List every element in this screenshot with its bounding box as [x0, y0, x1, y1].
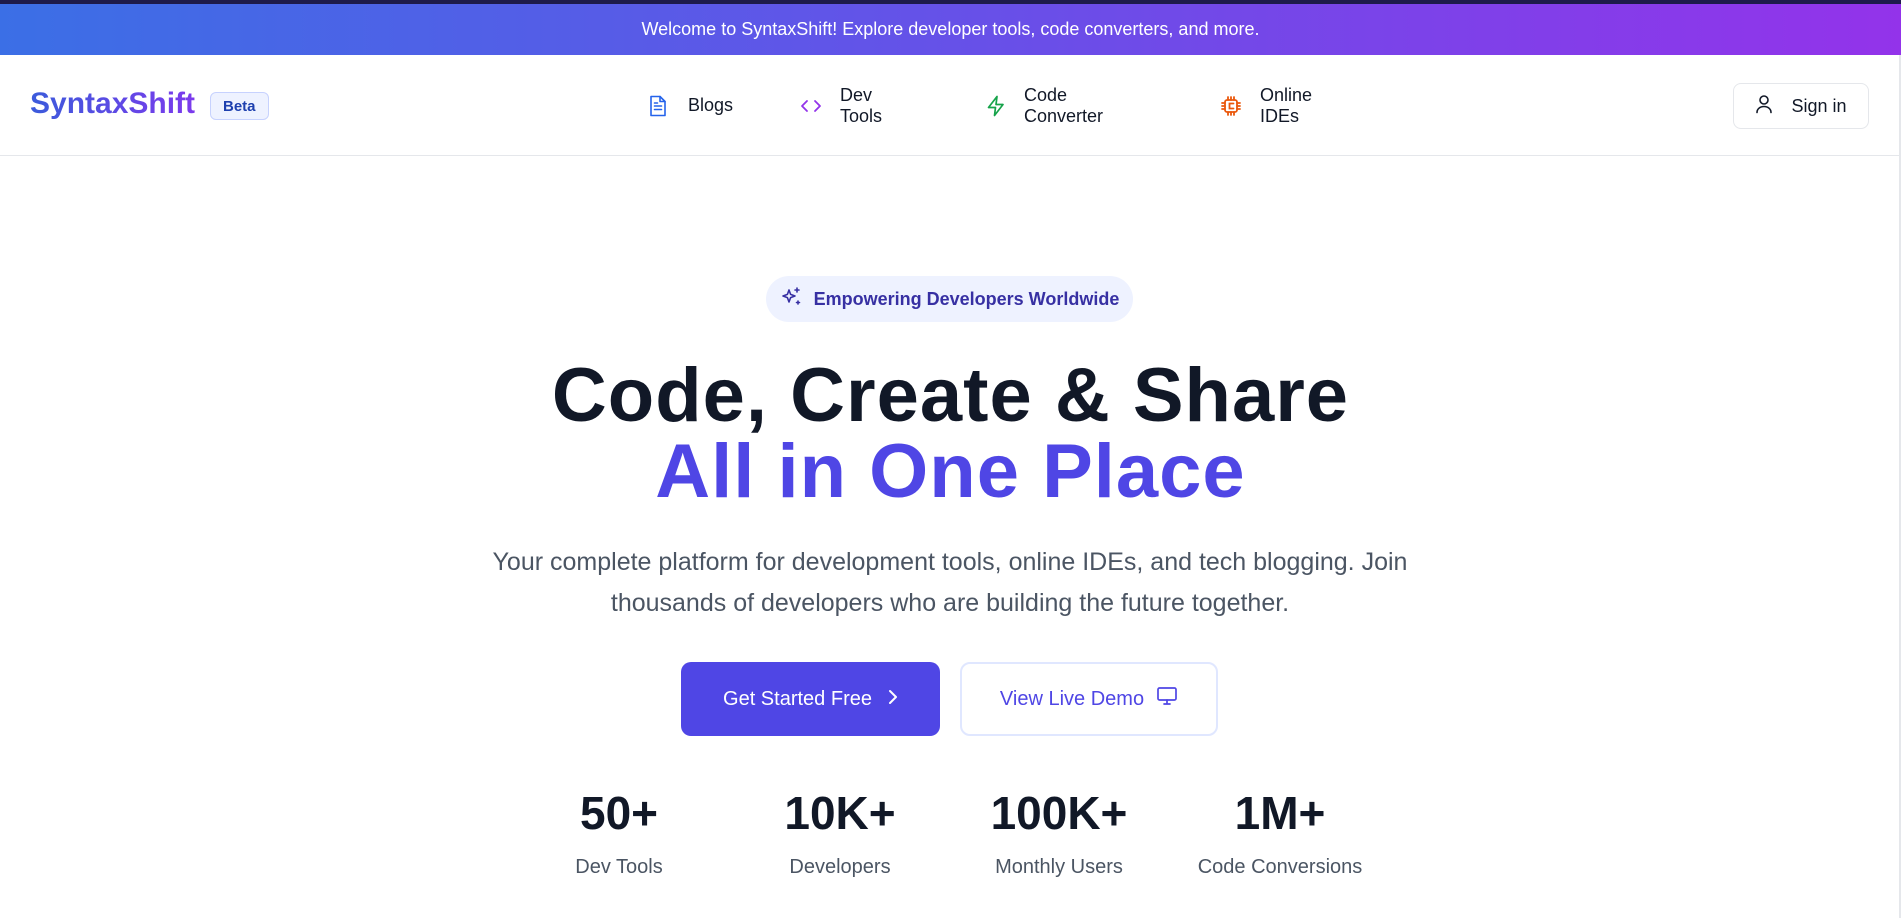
sign-in-button[interactable]: Sign in	[1733, 83, 1869, 129]
view-demo-button[interactable]: View Live Demo	[960, 662, 1218, 736]
stat-developers: 10K+ Developers	[730, 790, 950, 879]
logo[interactable]: SyntaxShift	[30, 87, 195, 121]
monitor-icon	[1156, 686, 1178, 712]
beta-badge: Beta	[210, 92, 269, 120]
stat-value: 1M+	[1234, 787, 1326, 839]
announcement-text: Welcome to SyntaxShift! Explore develope…	[641, 19, 1260, 39]
hero-title-line-1: Code, Create & Share	[551, 353, 1350, 438]
get-started-label: Get Started Free	[723, 687, 872, 710]
nav-online-ides[interactable]: Online IDEs	[1220, 85, 1314, 127]
sparkles-icon	[780, 286, 802, 313]
user-icon	[1755, 94, 1773, 119]
announcement-bar: Welcome to SyntaxShift! Explore develope…	[0, 0, 1901, 55]
stat-code-conversions: 1M+ Code Conversions	[1170, 790, 1390, 879]
stat-dev-tools: 50+ Dev Tools	[509, 790, 729, 879]
sign-in-label: Sign in	[1791, 95, 1847, 116]
nav-code-converter-label: Code Converter	[1024, 84, 1104, 126]
stat-label: Code Conversions	[1197, 856, 1363, 878]
stat-value: 10K+	[784, 787, 896, 839]
stat-label: Developers	[789, 856, 891, 878]
stat-value: 100K+	[990, 787, 1128, 839]
nav-dev-tools-label: Dev Tools	[840, 84, 883, 126]
hero-title-line-2: All in One Place	[655, 429, 1246, 514]
cpu-icon	[1220, 94, 1242, 118]
chevron-right-icon	[888, 688, 898, 711]
nav-code-converter[interactable]: Code Converter	[986, 85, 1107, 127]
tagline-text: Empowering Developers Worldwide	[813, 288, 1120, 309]
site-header: SyntaxShift Beta Blogs Dev Tools Code Co…	[0, 55, 1901, 156]
stat-value: 50+	[579, 787, 659, 839]
page: Welcome to SyntaxShift! Explore develope…	[0, 0, 1901, 918]
view-demo-label: View Live Demo	[999, 687, 1145, 710]
tagline-pill: Empowering Developers Worldwide	[766, 276, 1133, 322]
nav-blogs[interactable]: Blogs	[646, 94, 733, 118]
nav-blogs-label: Blogs	[688, 95, 734, 115]
code-icon	[800, 94, 822, 118]
stat-label: Dev Tools	[575, 856, 663, 878]
nav-online-ides-label: Online IDEs	[1260, 84, 1313, 126]
document-icon	[646, 94, 670, 118]
nav-dev-tools[interactable]: Dev Tools	[800, 85, 884, 127]
hero-subtitle: Your complete platform for development t…	[492, 548, 1408, 617]
stat-label: Monthly Users	[995, 856, 1123, 878]
stat-monthly-users: 100K+ Monthly Users	[949, 790, 1169, 879]
lightning-icon	[986, 94, 1006, 118]
get-started-button[interactable]: Get Started Free	[681, 662, 940, 736]
